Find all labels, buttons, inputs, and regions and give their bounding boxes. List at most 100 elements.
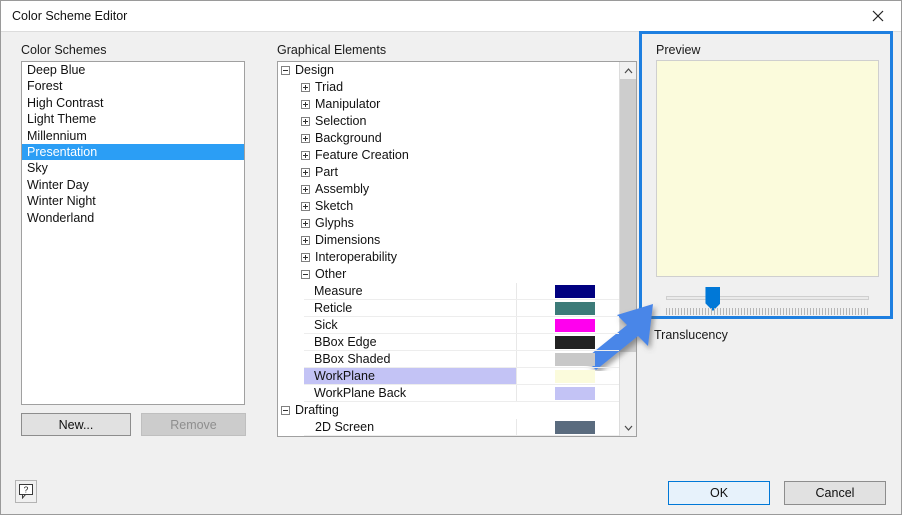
tree-row[interactable]: Reticle <box>278 300 619 317</box>
color-scheme-editor-dialog: Color Scheme Editor Color Schemes Deep B… <box>0 0 902 515</box>
tree-row[interactable]: Part <box>278 164 619 181</box>
scrollbar-up-button[interactable] <box>620 62 636 79</box>
color-swatch[interactable] <box>555 336 595 349</box>
tree-row[interactable]: Other <box>278 266 619 283</box>
tree-row[interactable]: Triad <box>278 79 619 96</box>
tree-row[interactable]: WorkPlane <box>278 368 619 385</box>
chevron-up-icon <box>624 67 633 73</box>
tree-row-label: Interoperability <box>315 250 397 264</box>
scheme-list-item[interactable]: Wonderland <box>22 210 244 226</box>
tree-row[interactable]: Assembly <box>278 181 619 198</box>
tree-row[interactable]: Selection <box>278 113 619 130</box>
color-swatch[interactable] <box>555 353 595 366</box>
expand-icon[interactable] <box>301 151 310 160</box>
tree-row-label: Other <box>315 267 347 281</box>
color-swatch[interactable] <box>555 319 595 332</box>
translucency-slider-ticks <box>666 308 869 315</box>
tree-row[interactable]: Design <box>278 62 619 79</box>
tree-row-label: WorkPlane <box>314 369 375 383</box>
tree-row-label: Background <box>315 131 382 145</box>
tree-row[interactable]: Background <box>278 130 619 147</box>
color-swatch[interactable] <box>555 285 595 298</box>
tree-row[interactable]: BBox Edge <box>278 334 619 351</box>
expand-icon[interactable] <box>301 117 310 126</box>
tree-row-label: 2D Screen <box>315 420 375 434</box>
tree-scrollbar[interactable] <box>619 62 636 436</box>
new-scheme-button[interactable]: New... <box>21 413 131 436</box>
tree-row-label: Part <box>315 165 338 179</box>
tree-row[interactable]: Drafting <box>278 402 619 419</box>
scheme-list-item[interactable]: Winter Day <box>22 177 244 193</box>
cancel-button[interactable]: Cancel <box>784 481 886 505</box>
chevron-down-icon <box>624 425 633 431</box>
expand-icon[interactable] <box>301 202 310 211</box>
ok-button[interactable]: OK <box>668 481 770 505</box>
tree-row-label: Feature Creation <box>315 148 409 162</box>
title-bar: Color Scheme Editor <box>1 1 901 32</box>
help-button[interactable]: ? <box>15 480 37 503</box>
scheme-list-item[interactable]: High Contrast <box>22 95 244 111</box>
tree-row[interactable]: Glyphs <box>278 215 619 232</box>
scrollbar-down-button[interactable] <box>620 419 636 436</box>
tree-row[interactable]: Sketch <box>278 198 619 215</box>
tree-row-label: Assembly <box>315 182 370 196</box>
tree-row[interactable]: Manipulator <box>278 96 619 113</box>
collapse-icon[interactable] <box>281 406 290 415</box>
tree-row-label: Triad <box>315 80 344 94</box>
tree-row[interactable]: Measure <box>278 283 619 300</box>
color-swatch[interactable] <box>555 421 595 434</box>
scheme-list-item[interactable]: Winter Night <box>22 193 244 209</box>
translucency-label: Translucency <box>654 328 728 342</box>
tree-row[interactable]: BBox Shaded <box>278 351 619 368</box>
scheme-list-item[interactable]: Light Theme <box>22 111 244 127</box>
tree-row-label: Dimensions <box>315 233 381 247</box>
column-divider <box>516 300 517 317</box>
scheme-list-item[interactable]: Deep Blue <box>22 62 244 78</box>
help-question-icon: ? <box>19 484 33 499</box>
expand-icon[interactable] <box>301 100 310 109</box>
expand-icon[interactable] <box>301 168 310 177</box>
scheme-list-item[interactable]: Millennium <box>22 128 244 144</box>
scheme-list-item[interactable]: Sky <box>22 160 244 176</box>
column-divider <box>516 368 517 385</box>
tree-row-label: BBox Shaded <box>314 352 391 366</box>
tree-row[interactable]: Feature Creation <box>278 147 619 164</box>
expand-icon[interactable] <box>301 134 310 143</box>
expand-icon[interactable] <box>301 253 310 262</box>
remove-scheme-button: Remove <box>141 413 246 436</box>
tree-row[interactable]: Interoperability <box>278 249 619 266</box>
scheme-list-item[interactable]: Presentation <box>22 143 244 161</box>
color-swatch[interactable] <box>555 370 595 383</box>
tree-row[interactable]: 2D Screen <box>278 419 619 436</box>
tree-row[interactable]: Sick <box>278 317 619 334</box>
column-divider <box>516 317 517 334</box>
tree-row[interactable]: Dimensions <box>278 232 619 249</box>
tree-row-label: Selection <box>315 114 367 128</box>
collapse-icon[interactable] <box>281 66 290 75</box>
scheme-list-item[interactable]: Forest <box>22 78 244 94</box>
tree-row-label: Measure <box>314 284 363 298</box>
collapse-icon[interactable] <box>301 270 310 279</box>
expand-icon[interactable] <box>301 83 310 92</box>
column-divider <box>516 283 517 300</box>
translucency-slider-track[interactable] <box>666 296 869 300</box>
color-swatch[interactable] <box>555 387 595 400</box>
tree-row-label: Sick <box>314 318 338 332</box>
preview-color-swatch <box>656 60 879 277</box>
tree-row-label: Sketch <box>315 199 354 213</box>
expand-icon[interactable] <box>301 219 310 228</box>
expand-icon[interactable] <box>301 185 310 194</box>
expand-icon[interactable] <box>301 236 310 245</box>
color-schemes-list[interactable]: Deep Blue Forest High Contrast Light Theme M… <box>21 61 245 405</box>
svg-text:?: ? <box>24 485 29 495</box>
close-button[interactable] <box>855 1 901 31</box>
column-divider <box>516 419 517 436</box>
tree-row[interactable]: WorkPlane Back <box>278 385 619 402</box>
tree-rows-container: Design Triad Manipulator Selection Backgroun… <box>278 62 619 436</box>
preview-label: Preview <box>656 43 701 57</box>
tree-row-label: Glyphs <box>315 216 354 230</box>
close-icon <box>872 10 884 22</box>
color-swatch[interactable] <box>555 302 595 315</box>
graphical-elements-tree[interactable]: Design Triad Manipulator Selection Backgroun… <box>277 61 637 437</box>
column-divider <box>516 351 517 368</box>
